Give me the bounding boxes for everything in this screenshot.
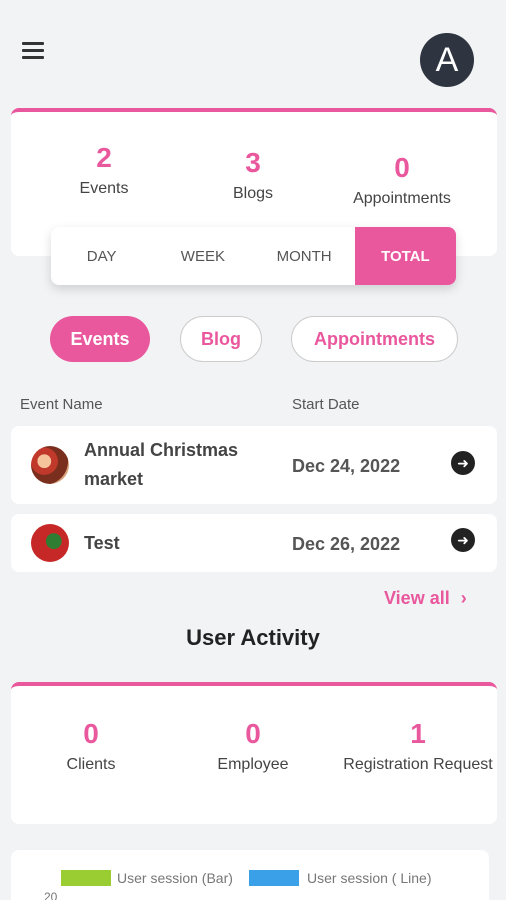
stat-appointments-label: Appointments xyxy=(353,190,451,207)
column-header-event-name: Event Name xyxy=(20,396,103,413)
legend-swatch-bar xyxy=(61,870,111,886)
table-row[interactable]: Annual Christmas market Dec 24, 2022 ➜ xyxy=(11,426,497,504)
view-all-label: View all xyxy=(384,588,450,608)
chart-card: User session (Bar) User session ( Line) … xyxy=(11,850,489,900)
arrow-right-circle-icon[interactable]: ➜ xyxy=(451,528,475,552)
legend-label-bar: User session (Bar) xyxy=(117,870,233,886)
chevron-right-icon: › xyxy=(460,588,467,608)
period-month-tab[interactable]: MONTH xyxy=(254,227,355,285)
user-activity-card: 0 Clients 0 Employee 1 Registration Requ… xyxy=(11,682,497,824)
column-header-start-date: Start Date xyxy=(292,396,360,413)
legend-label-line: User session ( Line) xyxy=(307,870,432,886)
stat-blogs-value: 3 xyxy=(245,147,261,178)
filter-blog-button[interactable]: Blog xyxy=(180,316,262,362)
event-name: Annual Christmas market xyxy=(84,436,238,494)
stat-clients: 0 Clients xyxy=(16,718,166,774)
stat-blogs: 3 Blogs xyxy=(178,147,328,203)
period-selector: DAY WEEK MONTH TOTAL xyxy=(51,227,456,285)
stat-blogs-label: Blogs xyxy=(232,185,274,202)
stat-appointments-value: 0 xyxy=(394,152,410,183)
view-all-link[interactable]: View all › xyxy=(384,588,467,609)
event-name-line2: market xyxy=(84,469,144,489)
filter-appointments-button[interactable]: Appointments xyxy=(291,316,458,362)
user-activity-title: User Activity xyxy=(186,625,320,650)
avatar[interactable]: A xyxy=(420,33,474,87)
event-thumbnail-image xyxy=(31,524,69,562)
stat-registration-request-label: Registration Request xyxy=(343,756,493,773)
event-start-date: Dec 26, 2022 xyxy=(292,534,401,554)
legend-swatch-line xyxy=(249,870,299,886)
arrow-right-circle-icon[interactable]: ➜ xyxy=(451,451,475,475)
stat-events-value: 2 xyxy=(96,142,112,173)
stat-employee: 0 Employee xyxy=(178,718,328,774)
y-axis-tick: 20 xyxy=(44,890,58,900)
event-name-line1: Annual Christmas xyxy=(84,440,239,460)
event-start-date: Dec 24, 2022 xyxy=(292,456,401,476)
filter-events-button[interactable]: Events xyxy=(50,316,150,362)
stat-registration-request-value: 1 xyxy=(410,718,426,749)
stat-events-label: Events xyxy=(79,180,129,197)
stat-clients-value: 0 xyxy=(83,718,99,749)
stat-employee-value: 0 xyxy=(245,718,261,749)
period-week-tab[interactable]: WEEK xyxy=(152,227,253,285)
stat-registration-request: 1 Registration Request xyxy=(333,718,503,774)
stat-clients-label: Clients xyxy=(66,756,116,773)
stat-events: 2 Events xyxy=(29,142,179,198)
table-row[interactable]: Test Dec 26, 2022 ➜ xyxy=(11,514,497,572)
hamburger-menu-icon[interactable] xyxy=(22,38,56,68)
stat-appointments: 0 Appointments xyxy=(327,152,477,208)
event-name: Test xyxy=(84,533,120,553)
stat-employee-label: Employee xyxy=(217,756,289,773)
period-total-tab[interactable]: TOTAL xyxy=(354,227,456,285)
period-day-tab[interactable]: DAY xyxy=(51,227,152,285)
event-thumbnail-image xyxy=(31,446,69,484)
